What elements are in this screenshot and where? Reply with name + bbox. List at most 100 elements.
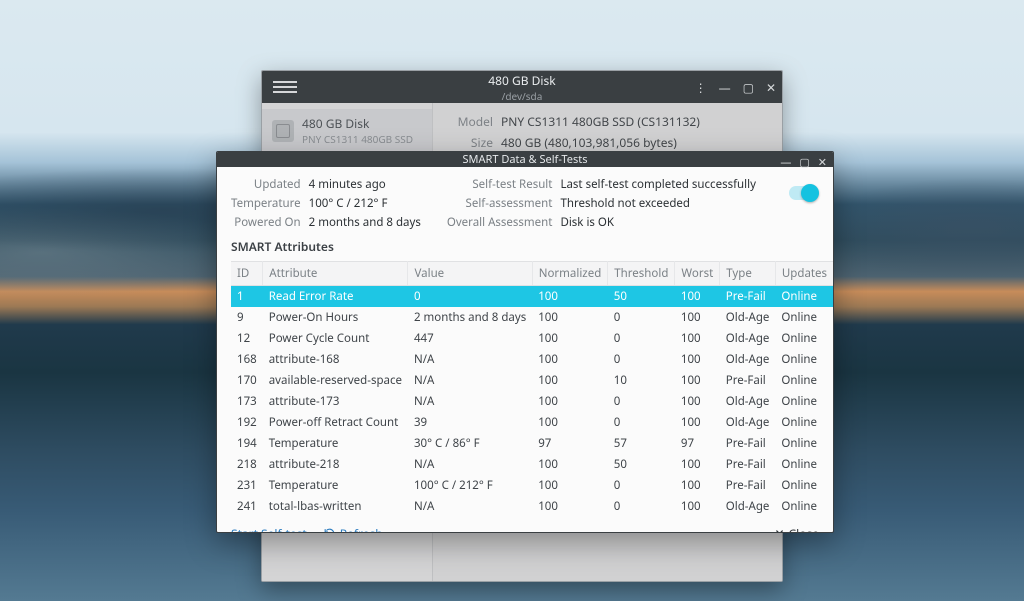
refresh-button[interactable]: Refresh — [323, 525, 383, 533]
cell-val: N/A — [408, 370, 532, 391]
cell-attr: Power-On Hours — [263, 307, 408, 328]
model-label: Model — [447, 113, 493, 130]
col-attribute[interactable]: Attribute — [263, 262, 408, 286]
cell-id: 241 — [231, 496, 263, 517]
cell-val: 447 — [408, 328, 532, 349]
size-value: 480 GB (480,103,981,056 bytes) — [501, 134, 677, 151]
menu-icon[interactable]: ⋮ — [695, 79, 707, 96]
close-button[interactable]: ✕ Close — [774, 525, 819, 533]
overall-value: Disk is OK — [560, 215, 756, 230]
table-row[interactable]: 218attribute-218N/A10050100Pre-FailOnlin… — [231, 454, 834, 475]
cell-upd: Online — [775, 370, 833, 391]
size-label: Size — [447, 134, 493, 151]
cell-type: Pre-Fail — [720, 454, 776, 475]
cell-upd: Online — [775, 307, 833, 328]
table-row[interactable]: 194Temperature30° C / 86° F975797Pre-Fai… — [231, 433, 834, 454]
cell-attr: Read Error Rate — [263, 286, 408, 308]
table-row[interactable]: 241total-lbas-writtenN/A1000100Old-AgeOn… — [231, 496, 834, 517]
col-threshold[interactable]: Threshold — [608, 262, 675, 286]
close-label: Close — [789, 525, 819, 533]
smart-footer: Start Self-test Refresh ✕ Close — [217, 517, 833, 533]
cell-val: N/A — [408, 454, 532, 475]
cell-thr: 0 — [608, 391, 675, 412]
cell-thr: 0 — [608, 496, 675, 517]
cell-type: Pre-Fail — [720, 475, 776, 496]
cell-worst: 100 — [675, 412, 720, 433]
smart-title-text: SMART Data & Self-Tests — [462, 152, 587, 167]
cell-id: 194 — [231, 433, 263, 454]
disks-titlebar[interactable]: 480 GB Disk /dev/sda ⋮ — ▢ ✕ — [262, 71, 782, 103]
cell-type: Pre-Fail — [720, 433, 776, 454]
cell-worst: 100 — [675, 286, 720, 308]
cell-val: 30° C / 86° F — [408, 433, 532, 454]
cell-val: 39 — [408, 412, 532, 433]
cell-worst: 97 — [675, 433, 720, 454]
cell-id: 168 — [231, 349, 263, 370]
smart-summary: Updated 4 minutes ago Temperature 100° C… — [217, 167, 833, 234]
start-selftest-button[interactable]: Start Self-test — [231, 525, 307, 533]
cell-upd: Online — [775, 286, 833, 308]
cell-thr: 10 — [608, 370, 675, 391]
table-row[interactable]: 1Read Error Rate010050100Pre-FailOnlineO… — [231, 286, 834, 308]
cell-type: Old-Age — [720, 328, 776, 349]
cell-thr: 0 — [608, 475, 675, 496]
cell-worst: 100 — [675, 328, 720, 349]
cell-type: Old-Age — [720, 307, 776, 328]
cell-thr: 0 — [608, 349, 675, 370]
cell-norm: 100 — [532, 328, 608, 349]
col-id[interactable]: ID — [231, 262, 263, 286]
cell-attr: Power Cycle Count — [263, 328, 408, 349]
cell-upd: Online — [775, 454, 833, 475]
minimize-icon[interactable]: — — [780, 155, 791, 170]
refresh-icon — [323, 527, 336, 533]
cell-attr: Temperature — [263, 475, 408, 496]
table-row[interactable]: 170available-reserved-spaceN/A10010100Pr… — [231, 370, 834, 391]
close-icon[interactable]: ✕ — [766, 79, 776, 96]
col-value[interactable]: Value — [408, 262, 532, 286]
cell-norm: 100 — [532, 454, 608, 475]
cell-val: N/A — [408, 349, 532, 370]
table-row[interactable]: 192Power-off Retract Count391000100Old-A… — [231, 412, 834, 433]
col-updates[interactable]: Updates — [775, 262, 833, 286]
table-row[interactable]: 9Power-On Hours2 months and 8 days100010… — [231, 307, 834, 328]
maximize-icon[interactable]: ▢ — [799, 155, 809, 170]
cell-norm: 100 — [532, 391, 608, 412]
col-worst[interactable]: Worst — [675, 262, 720, 286]
cell-val: N/A — [408, 496, 532, 517]
refresh-label: Refresh — [340, 525, 383, 533]
table-row[interactable]: 231Temperature100° C / 212° F1000100Pre-… — [231, 475, 834, 496]
smart-enable-toggle[interactable] — [789, 186, 819, 200]
maximize-icon[interactable]: ▢ — [743, 79, 754, 96]
updated-value: 4 minutes ago — [309, 177, 421, 192]
selftest-label: Self-test Result — [447, 177, 553, 192]
cell-type: Old-Age — [720, 412, 776, 433]
minimize-icon[interactable]: — — [719, 79, 731, 96]
cell-attr: attribute-173 — [263, 391, 408, 412]
cell-norm: 100 — [532, 496, 608, 517]
cell-attr: attribute-168 — [263, 349, 408, 370]
poweredon-value: 2 months and 8 days — [309, 215, 421, 230]
cell-norm: 100 — [532, 370, 608, 391]
overall-label: Overall Assessment — [447, 215, 553, 230]
cell-upd: Online — [775, 391, 833, 412]
sidebar-disk-item[interactable]: 480 GB DiskPNY CS1311 480GB SSD — [262, 109, 432, 152]
table-row[interactable]: 173attribute-173N/A1000100Old-AgeOnlineO… — [231, 391, 834, 412]
col-type[interactable]: Type — [720, 262, 776, 286]
table-row[interactable]: 168attribute-168N/A1000100Old-AgeOnlineO… — [231, 349, 834, 370]
cell-norm: 100 — [532, 349, 608, 370]
table-header-row: ID Attribute Value Normalized Threshold … — [231, 262, 834, 286]
hamburger-icon[interactable] — [268, 77, 302, 97]
close-icon[interactable]: ✕ — [818, 155, 827, 170]
col-normalized[interactable]: Normalized — [532, 262, 608, 286]
temperature-value: 100° C / 212° F — [309, 196, 421, 211]
cell-thr: 0 — [608, 328, 675, 349]
cell-worst: 100 — [675, 391, 720, 412]
cell-id: 231 — [231, 475, 263, 496]
start-selftest-label: Start Self-test — [231, 525, 307, 533]
cell-type: Pre-Fail — [720, 286, 776, 308]
cell-val: 0 — [408, 286, 532, 308]
table-row[interactable]: 12Power Cycle Count4471000100Old-AgeOnli… — [231, 328, 834, 349]
cell-thr: 0 — [608, 412, 675, 433]
smart-titlebar[interactable]: SMART Data & Self-Tests — ▢ ✕ — [217, 152, 833, 167]
smart-attributes-table: ID Attribute Value Normalized Threshold … — [231, 261, 834, 517]
